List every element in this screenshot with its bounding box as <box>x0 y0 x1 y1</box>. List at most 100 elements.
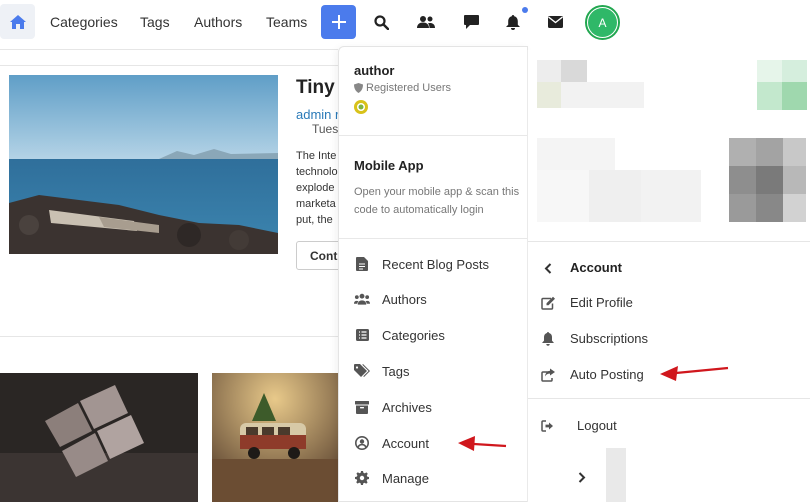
menu-item-label: Authors <box>382 291 427 307</box>
menu-item-recent-blog-posts[interactable]: Recent Blog Posts <box>339 247 527 281</box>
menu-item-label: Categories <box>382 327 445 343</box>
divider <box>0 49 338 50</box>
home-icon <box>9 14 26 29</box>
annotation-arrow-auto-posting <box>660 366 729 381</box>
menu-divider <box>339 135 527 136</box>
submenu-item-subscriptions[interactable]: Subscriptions <box>528 322 810 356</box>
menu-username: author <box>354 63 395 78</box>
archive-icon <box>354 399 370 415</box>
menu-item-archives[interactable]: Archives <box>339 390 527 424</box>
logout-button[interactable]: Logout <box>528 409 810 443</box>
top-navbar: Categories Tags Authors Teams A <box>0 0 810 46</box>
avatar: A <box>588 8 617 37</box>
qr-code-pixel <box>561 60 587 82</box>
user-badge <box>354 100 368 114</box>
divider <box>0 336 338 337</box>
qr-code-pixel <box>561 82 644 108</box>
notifications-button[interactable] <box>504 13 522 31</box>
qr-code-pixel <box>782 82 807 110</box>
list-icon <box>354 327 370 343</box>
qr-code-pixel <box>537 170 589 222</box>
mobile-app-title: Mobile App <box>354 158 424 173</box>
gear-icon <box>354 470 370 486</box>
post-thumbnail[interactable] <box>0 373 198 502</box>
post-author-link[interactable]: admin r <box>296 107 339 122</box>
document-icon <box>354 256 370 272</box>
nav-tags-link[interactable]: Tags <box>140 14 170 30</box>
mobile-app-description: Open your mobile app & scan this code to… <box>354 186 520 216</box>
qr-code-pixel <box>783 138 806 166</box>
user-avatar-button[interactable]: A <box>585 5 620 40</box>
menu-item-authors[interactable]: Authors <box>339 282 527 316</box>
submenu-item-label: Logout <box>577 418 617 433</box>
edit-icon <box>540 295 556 311</box>
nav-categories-link[interactable]: Categories <box>50 14 118 30</box>
submenu-item-edit-profile[interactable]: Edit Profile <box>528 286 810 320</box>
post-date: Tues <box>312 122 339 136</box>
qr-code-pixel <box>729 138 756 166</box>
submenu-divider <box>528 398 810 399</box>
users-button[interactable] <box>417 13 435 31</box>
qr-code-pixel <box>757 60 782 82</box>
post-thumbnail[interactable] <box>212 373 338 502</box>
menu-item-categories[interactable]: Categories <box>339 318 527 352</box>
menu-divider <box>339 238 527 239</box>
qr-code-pixel <box>783 194 806 222</box>
qr-code-pixel <box>729 194 756 222</box>
back-button[interactable] <box>538 258 558 278</box>
messages-button[interactable] <box>462 13 480 31</box>
shield-icon <box>354 83 363 93</box>
notification-dot <box>522 7 528 13</box>
qr-code-pixel <box>756 194 783 222</box>
qr-code-pixel <box>537 82 561 108</box>
chevron-right-icon[interactable] <box>575 470 589 484</box>
qr-code-pixel <box>783 166 806 194</box>
nav-authors-link[interactable]: Authors <box>194 14 242 30</box>
qr-code-pixel <box>782 60 807 82</box>
badge-icon <box>357 103 365 111</box>
blurred-region <box>606 448 626 502</box>
submenu-title: Account <box>570 260 622 275</box>
comment-icon <box>463 15 479 29</box>
qr-code-pixel <box>729 166 756 194</box>
submenu-item-label: Subscriptions <box>570 331 649 346</box>
tags-icon <box>354 363 370 379</box>
share-icon <box>540 367 556 383</box>
qr-code-pixel <box>537 138 615 170</box>
users-icon <box>417 16 435 28</box>
post-title[interactable]: Tiny <box>296 77 335 99</box>
users-icon <box>354 291 370 307</box>
menu-item-label: Manage <box>382 470 429 486</box>
menu-item-label: Recent Blog Posts <box>382 256 489 272</box>
menu-item-label: Account <box>382 435 429 451</box>
user-circle-icon <box>354 435 370 451</box>
menu-item-label: Archives <box>382 399 432 415</box>
envelope-icon <box>547 16 563 28</box>
submenu-item-label: Edit Profile <box>570 295 633 310</box>
home-button[interactable] <box>0 4 35 39</box>
mail-button[interactable] <box>546 13 564 31</box>
bell-icon <box>506 14 520 30</box>
qr-code-pixel <box>756 166 783 194</box>
nav-teams-link[interactable]: Teams <box>266 14 307 30</box>
qr-code-pixel <box>641 170 701 222</box>
plus-icon <box>331 15 346 29</box>
menu-user-role: Registered Users <box>354 82 451 94</box>
chevron-left-icon <box>544 262 552 274</box>
qr-code-pixel <box>757 82 782 110</box>
menu-item-manage[interactable]: Manage <box>339 461 527 495</box>
qr-code-pixel <box>537 60 561 82</box>
submenu-divider <box>528 241 810 242</box>
annotation-arrow-account <box>458 436 507 451</box>
add-button[interactable] <box>321 5 356 39</box>
search-button[interactable] <box>372 13 390 31</box>
divider <box>0 65 338 66</box>
bell-icon <box>540 331 556 347</box>
menu-item-tags[interactable]: Tags <box>339 354 527 388</box>
role-label: Registered Users <box>366 82 451 94</box>
post-image[interactable] <box>9 75 278 254</box>
sign-out-icon <box>540 418 556 434</box>
qr-code-pixel <box>589 170 641 222</box>
submenu-item-label: Auto Posting <box>570 367 644 382</box>
qr-code-pixel <box>756 138 783 166</box>
